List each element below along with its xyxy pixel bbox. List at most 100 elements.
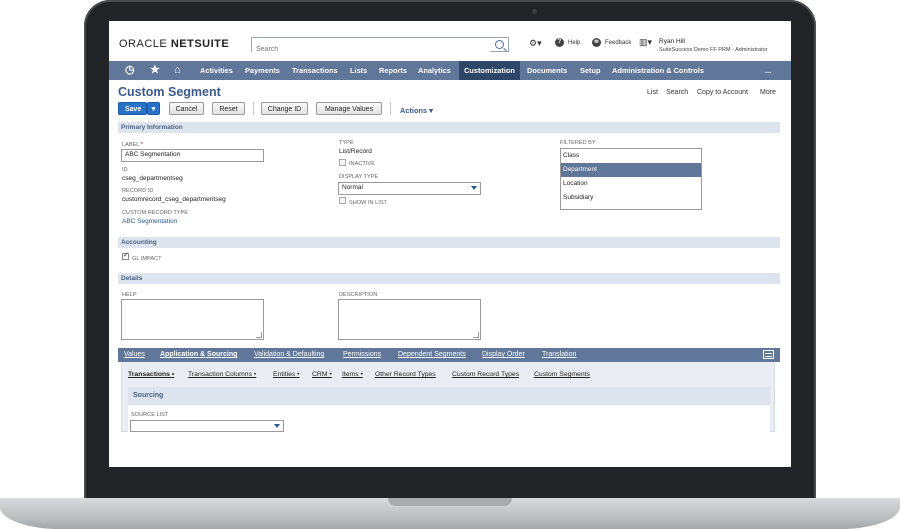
subtab-transaction-columns[interactable]: Transaction Columns • xyxy=(188,371,256,378)
toolbar-divider xyxy=(390,102,391,115)
cancel-button[interactable]: Cancel xyxy=(169,102,204,115)
logo-netsuite-text: NETSUITE xyxy=(170,38,230,50)
description-field-label: DESCRIPTION xyxy=(339,292,378,298)
subtab-custom-segments[interactable]: Custom Segments xyxy=(534,371,590,378)
record-id-label: RECORD ID xyxy=(122,188,154,194)
actions-menu[interactable]: Actions ▾ xyxy=(400,106,433,115)
help-field-label: HELP xyxy=(122,292,137,298)
inactive-checkbox[interactable] xyxy=(339,159,346,166)
change-id-button[interactable]: Change ID xyxy=(261,102,308,115)
feedback-icon[interactable]: ✉ xyxy=(592,38,601,47)
subtab-crm[interactable]: CRM • xyxy=(312,371,332,378)
reset-button[interactable]: Reset xyxy=(212,102,245,115)
nav-customization[interactable]: Customization xyxy=(459,61,520,80)
filtered-by-listbox[interactable]: Class Department Location Subsidiary xyxy=(560,148,702,210)
custom-record-type-label: CUSTOM RECORD TYPE xyxy=(122,210,188,216)
save-button[interactable]: Save xyxy=(118,102,147,115)
resize-handle[interactable] xyxy=(256,332,262,338)
nav-reports[interactable]: Reports xyxy=(379,61,407,80)
netsuite-logo[interactable]: ORACLE NETSUITE xyxy=(119,38,229,50)
filtered-by-option-location[interactable]: Location xyxy=(561,177,701,191)
filtered-by-option-department[interactable]: Department xyxy=(561,163,701,177)
tab-dependent-segments[interactable]: Dependent Segments xyxy=(398,348,466,362)
app-screen: ORACLE NETSUITE ⚙▾ ? Help ✉ Feedback ▥▾ … xyxy=(109,21,791,467)
nav-documents[interactable]: Documents xyxy=(527,61,567,80)
required-marker: * xyxy=(140,142,143,148)
show-in-list-checkbox[interactable] xyxy=(339,197,346,204)
chevron-down-icon xyxy=(471,186,477,190)
user-name[interactable]: Ryan Hill xyxy=(659,38,685,45)
label-input[interactable]: ABC Segmentation xyxy=(121,149,264,162)
gl-impact-checkbox[interactable] xyxy=(122,251,129,260)
display-type-select[interactable]: Normal xyxy=(338,182,481,195)
filtered-by-option-class[interactable]: Class xyxy=(561,149,701,163)
page-title: Custom Segment xyxy=(118,85,221,99)
main-nav: ◷ ★ ⌂ Activities Payments Transactions L… xyxy=(109,61,791,80)
subtab-entities[interactable]: Entities • xyxy=(273,371,300,378)
laptop-notch xyxy=(388,498,512,506)
nav-more[interactable]: ... xyxy=(765,61,771,80)
link-copy-to-account[interactable]: Copy to Account xyxy=(697,89,748,96)
description-textarea[interactable] xyxy=(338,299,481,340)
nav-administration-controls[interactable]: Administration & Controls xyxy=(612,61,704,80)
save-dropdown-button[interactable]: ▾ xyxy=(147,102,160,115)
help-link[interactable]: Help xyxy=(568,40,580,46)
help-icon[interactable]: ? xyxy=(555,38,564,47)
user-role[interactable]: SuiteSuccess Demo FF PRM - Administrator xyxy=(659,47,768,53)
subtab-items[interactable]: Items • xyxy=(342,371,363,378)
manage-values-button[interactable]: Manage Values xyxy=(316,102,382,115)
resize-handle[interactable] xyxy=(473,332,479,338)
recent-records-icon[interactable]: ⚙▾ xyxy=(529,38,542,49)
source-list-select[interactable] xyxy=(130,420,284,432)
filtered-by-option-subsidiary[interactable]: Subsidiary xyxy=(561,191,701,205)
help-textarea[interactable] xyxy=(121,299,264,340)
subtab-transactions[interactable]: Transactions • xyxy=(128,371,174,378)
feedback-link[interactable]: Feedback xyxy=(605,40,631,46)
nav-transactions[interactable]: Transactions xyxy=(292,61,338,80)
label-field-label-text: LABEL xyxy=(122,142,140,148)
link-more[interactable]: More xyxy=(760,89,776,96)
tab-menu-icon[interactable] xyxy=(763,350,774,359)
link-list[interactable]: List xyxy=(647,89,658,96)
filtered-by-label: FILTERED BY xyxy=(560,140,596,146)
tab-application-sourcing[interactable]: Application & Sourcing xyxy=(160,348,237,362)
id-label: ID xyxy=(122,167,128,173)
star-icon[interactable]: ★ xyxy=(150,61,160,80)
details-section[interactable]: Details xyxy=(118,273,780,284)
gl-impact-label: GL IMPACT xyxy=(132,256,162,262)
nav-lists[interactable]: Lists xyxy=(350,61,367,80)
tab-permissions[interactable]: Permissions xyxy=(343,348,381,362)
camera-icon xyxy=(532,9,537,14)
show-in-list-label: SHOW IN LIST xyxy=(349,200,387,206)
chevron-down-icon xyxy=(274,424,280,428)
tab-translation[interactable]: Translation xyxy=(542,348,576,362)
home-icon[interactable]: ⌂ xyxy=(174,61,181,80)
global-search[interactable] xyxy=(251,37,509,56)
subtab-custom-record-types[interactable]: Custom Record Types xyxy=(452,371,519,378)
link-search[interactable]: Search xyxy=(666,89,688,96)
primary-information-section[interactable]: Primary Information xyxy=(118,122,780,133)
subtab-bar: Values Application & Sourcing Validation… xyxy=(118,348,780,362)
role-switch-icon[interactable]: ▥▾ xyxy=(639,37,652,48)
nav-payments[interactable]: Payments xyxy=(245,61,280,80)
search-icon[interactable] xyxy=(495,40,504,49)
display-type-value: Normal xyxy=(342,184,363,191)
record-id-value: customrecord_cseg_departmentseg xyxy=(122,196,226,203)
id-value: cseg_departmentseg xyxy=(122,175,183,182)
nav-activities[interactable]: Activities xyxy=(200,61,233,80)
tab-validation-defaulting[interactable]: Validation & Defaulting xyxy=(254,348,324,362)
type-label: TYPE xyxy=(339,140,354,146)
tab-values[interactable]: Values xyxy=(124,348,145,362)
recent-icon[interactable]: ◷ xyxy=(125,61,135,80)
logo-oracle-text: ORACLE xyxy=(119,38,168,50)
subtab-other-record-types[interactable]: Other Record Types xyxy=(375,371,436,378)
inactive-label: INACTIVE xyxy=(349,161,375,167)
nav-setup[interactable]: Setup xyxy=(580,61,601,80)
accounting-section[interactable]: Accounting xyxy=(118,237,780,248)
search-input[interactable] xyxy=(252,43,490,56)
custom-record-type-link[interactable]: ABC Segmentation xyxy=(122,218,177,225)
header: ORACLE NETSUITE ⚙▾ ? Help ✉ Feedback ▥▾ … xyxy=(109,21,791,61)
nav-analytics[interactable]: Analytics xyxy=(418,61,451,80)
tab-display-order[interactable]: Display Order xyxy=(482,348,525,362)
sourcing-section[interactable]: Sourcing xyxy=(128,387,770,405)
